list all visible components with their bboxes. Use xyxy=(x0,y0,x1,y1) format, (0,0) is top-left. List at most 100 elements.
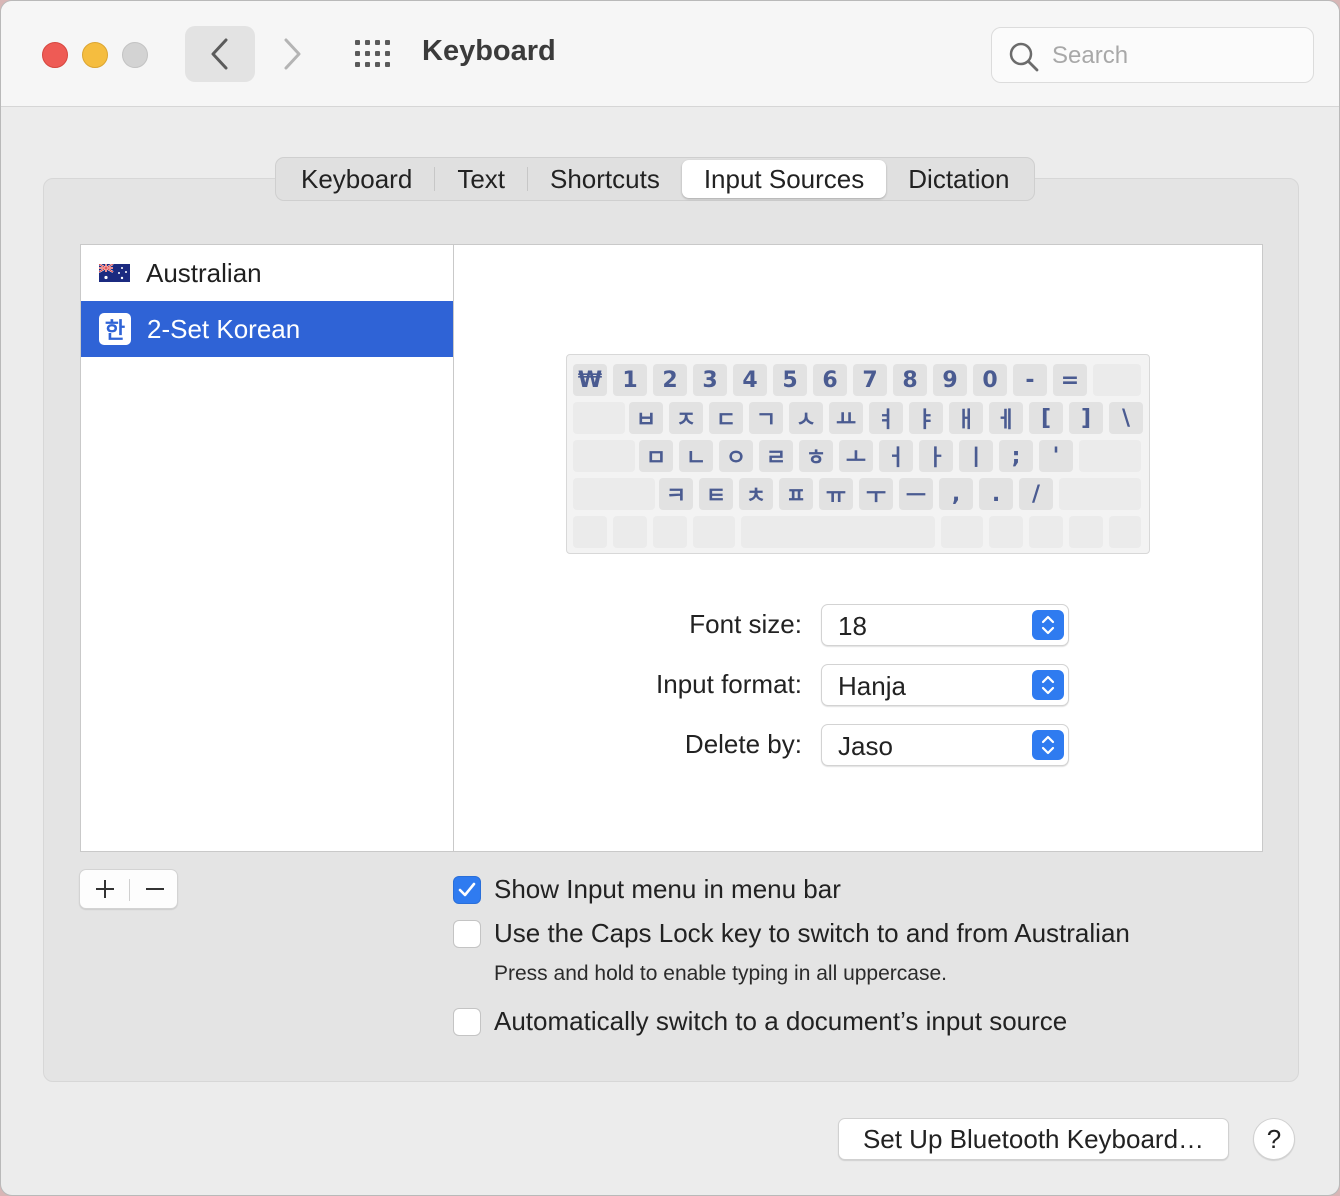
keyboard-key: ㅊ xyxy=(739,478,773,510)
input-sources-list: Australian 한 2-Set Korean xyxy=(80,244,454,852)
keyboard-key: ㅐ xyxy=(949,402,983,434)
keyboard-key: ㅣ xyxy=(959,440,993,472)
close-window-button[interactable] xyxy=(42,42,68,68)
keyboard-key-blank xyxy=(693,516,735,548)
keyboard-key: ㅌ xyxy=(699,478,733,510)
keyboard-key-blank xyxy=(941,516,983,548)
show-input-menu-checkbox[interactable] xyxy=(453,875,481,904)
minimize-window-button[interactable] xyxy=(82,42,108,68)
tab-shortcuts[interactable]: Shortcuts xyxy=(528,160,682,198)
keyboard-key: ㅈ xyxy=(669,402,703,434)
zoom-window-button[interactable] xyxy=(122,42,148,68)
help-button[interactable]: ? xyxy=(1253,1118,1295,1160)
auto-switch-label: Automatically switch to a document’s inp… xyxy=(494,1006,1068,1036)
keyboard-key: ㅂ xyxy=(629,402,663,434)
source-label: 2-Set Korean xyxy=(147,313,301,344)
keyboard-key-blank xyxy=(1029,516,1063,548)
minus-icon xyxy=(145,888,164,890)
auto-switch-option[interactable]: Automatically switch to a document’s inp… xyxy=(453,1006,1067,1037)
keyboard-key-blank xyxy=(573,440,635,472)
keyboard-key: ㅠ xyxy=(819,478,853,510)
up-down-arrows-icon xyxy=(1032,670,1064,700)
caps-lock-switch-option[interactable]: Use the Caps Lock key to switch to and f… xyxy=(453,918,1130,949)
source-item-2-set-korean[interactable]: 한 2-Set Korean xyxy=(81,301,453,357)
source-label: Australian xyxy=(146,257,262,288)
chevron-right-icon xyxy=(284,38,301,70)
keyboard-viewer: ₩1 2 3 4 5 6 7 8 9 0- = ㅂㅈㄷㄱㅅㅛㅕㅑㅐㅔ[] \ ㅁㄴㅇㄹㅎㅗㅓㅏㅣ; ' ㅋㅌㅊ… xyxy=(566,354,1150,554)
keyboard-key: ㅍ xyxy=(779,478,813,510)
keyboard-key-blank xyxy=(573,402,625,434)
keyboard-key: ] xyxy=(1069,402,1103,434)
set-up-bluetooth-keyboard-button[interactable]: Set Up Bluetooth Keyboard… xyxy=(838,1118,1229,1160)
keyboard-key: , xyxy=(939,478,973,510)
keyboard-key: / xyxy=(1019,478,1053,510)
delete-by-label: Delete by: xyxy=(684,729,802,759)
keyboard-key: ㅋ xyxy=(659,478,693,510)
keyboard-key-blank xyxy=(573,516,607,548)
keyboard-key: ㅏ xyxy=(919,440,953,472)
australia-flag-icon xyxy=(99,264,130,282)
back-button[interactable] xyxy=(185,26,255,82)
keyboard-key: ; xyxy=(999,440,1033,472)
keyboard-key: ' xyxy=(1039,440,1073,472)
auto-switch-checkbox[interactable] xyxy=(453,1007,481,1036)
checkmark-icon xyxy=(458,882,476,896)
tab-bar: Keyboard Text Shortcuts Input Sources Di… xyxy=(275,157,1036,201)
show-input-menu-option[interactable]: Show Input menu in menu bar xyxy=(453,874,841,905)
keyboard-key: 8 xyxy=(893,364,927,396)
up-down-arrows-icon xyxy=(1032,610,1064,640)
keyboard-key: ㄴ xyxy=(679,440,713,472)
keyboard-key: ㄷ xyxy=(709,402,743,434)
keyboard-key: 0 xyxy=(973,364,1007,396)
caps-lock-switch-checkbox[interactable] xyxy=(453,919,481,948)
keyboard-key: ₩ xyxy=(573,364,607,396)
keyboard-key-blank xyxy=(989,516,1023,548)
font-size-popup[interactable]: 18 xyxy=(821,604,1069,646)
source-item-australian[interactable]: Australian xyxy=(81,245,453,301)
keyboard-key-blank xyxy=(653,516,687,548)
tab-text[interactable]: Text xyxy=(435,160,527,198)
keyboard-key: 7 xyxy=(853,364,887,396)
keyboard-key-blank xyxy=(1079,440,1141,472)
keyboard-key-blank xyxy=(1069,516,1103,548)
keyboard-key: ㅜ xyxy=(859,478,893,510)
tab-keyboard[interactable]: Keyboard xyxy=(279,160,434,198)
keyboard-key: ㄹ xyxy=(759,440,793,472)
keyboard-key: ㅕ xyxy=(869,402,903,434)
keyboard-key: ㅡ xyxy=(899,478,933,510)
remove-source-button[interactable] xyxy=(130,870,179,908)
delete-by-value: Jaso xyxy=(838,731,893,761)
keyboard-key: = xyxy=(1053,364,1087,396)
search-field[interactable] xyxy=(991,27,1314,83)
keyboard-key: ㅛ xyxy=(829,402,863,434)
keyboard-key: ㅅ xyxy=(789,402,823,434)
tab-dictation[interactable]: Dictation xyxy=(886,160,1031,198)
keyboard-key: 6 xyxy=(813,364,847,396)
add-remove-control xyxy=(79,869,178,909)
keyboard-key: ㅔ xyxy=(989,402,1023,434)
keyboard-key: \ xyxy=(1109,402,1143,434)
keyboard-key: 5 xyxy=(773,364,807,396)
keyboard-key-blank xyxy=(573,478,655,510)
tab-input-sources[interactable]: Input Sources xyxy=(681,160,887,198)
keyboard-key-blank xyxy=(741,516,935,548)
keyboard-key: ㅑ xyxy=(909,402,943,434)
keyboard-key: - xyxy=(1013,364,1047,396)
show-all-grid-icon[interactable] xyxy=(355,40,391,68)
plus-icon xyxy=(95,880,114,898)
input-format-popup[interactable]: Hanja xyxy=(821,664,1069,706)
delete-by-popup[interactable]: Jaso xyxy=(821,724,1069,766)
forward-button[interactable] xyxy=(267,26,317,82)
search-input[interactable] xyxy=(1052,38,1292,74)
keyboard-key: ㅁ xyxy=(639,440,673,472)
keyboard-key: [ xyxy=(1029,402,1063,434)
up-down-arrows-icon xyxy=(1032,730,1064,760)
keyboard-key: 2 xyxy=(653,364,687,396)
keyboard-key: ㅎ xyxy=(799,440,833,472)
keyboard-key: 1 xyxy=(613,364,647,396)
keyboard-key-blank xyxy=(1093,364,1141,396)
caps-lock-hint: Press and hold to enable typing in all u… xyxy=(494,962,947,985)
add-source-button[interactable] xyxy=(80,870,129,908)
font-size-value: 18 xyxy=(838,611,867,641)
hangul-icon: 한 xyxy=(99,313,131,345)
